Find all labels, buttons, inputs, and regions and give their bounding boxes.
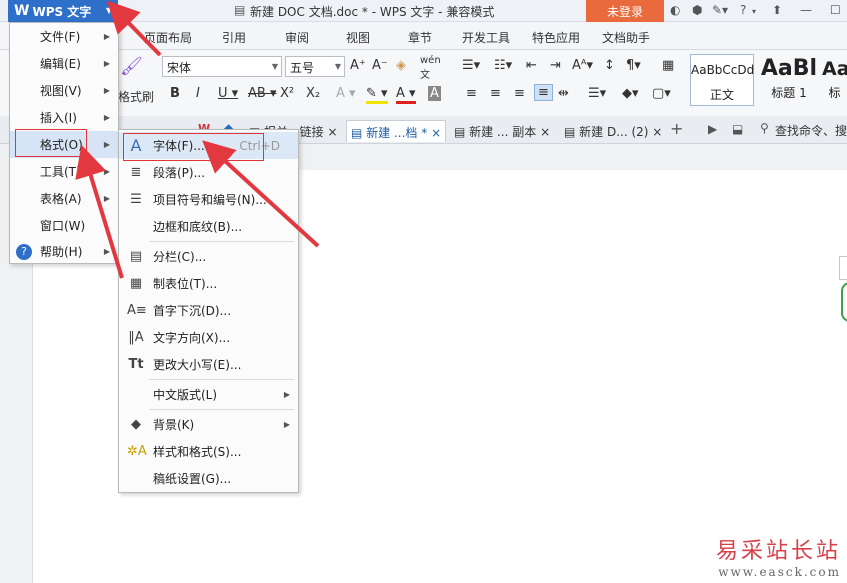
- watermark: 易采站长站 www.easck.com: [716, 533, 841, 579]
- arrow-to-format: [75, 144, 124, 279]
- annotation-arrows: [75, 0, 320, 279]
- watermark-url: www.easck.com: [718, 565, 841, 579]
- watermark-title: 易采站长站: [715, 539, 841, 564]
- arrow-to-font: [202, 140, 320, 248]
- arrow-to-app-menu: [106, 0, 162, 57]
